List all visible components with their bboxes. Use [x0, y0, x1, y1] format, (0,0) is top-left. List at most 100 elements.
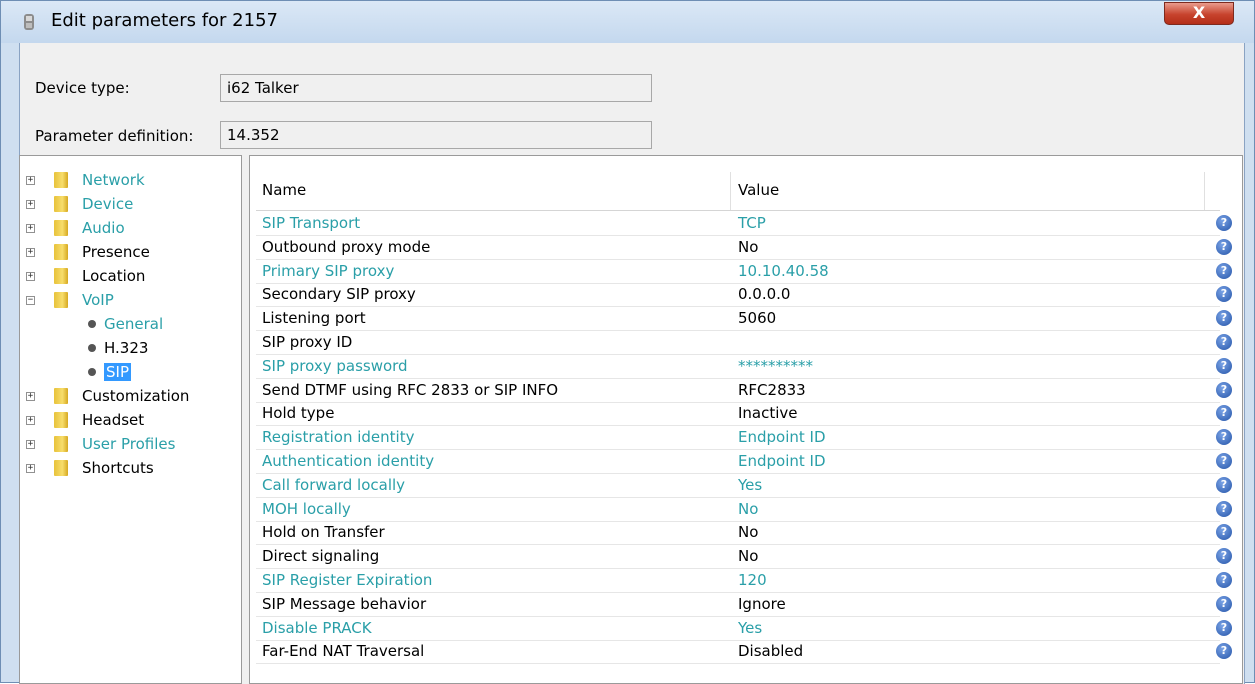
parameter-name: Call forward locally [262, 475, 406, 494]
column-divider[interactable] [1204, 172, 1205, 210]
parameter-value[interactable]: Ignore [738, 595, 786, 613]
table-row[interactable]: Send DTMF using RFC 2833 or SIP INFO RFC2… [256, 379, 1232, 403]
parameter-name: Primary SIP proxy [262, 261, 395, 280]
parameter-value[interactable]: No [738, 500, 758, 518]
tree-item-general[interactable]: General [20, 313, 240, 335]
table-row[interactable]: Authentication identity Endpoint ID? [256, 450, 1232, 474]
expand-icon[interactable]: + [26, 464, 35, 473]
folder-icon [54, 268, 68, 284]
question-icon[interactable]: ? [1216, 643, 1232, 660]
question-icon[interactable]: ? [1216, 500, 1232, 517]
parameter-name: Disable PRACK [262, 618, 372, 637]
tree-item-audio[interactable]: + Audio [20, 217, 240, 239]
table-row[interactable]: Outbound proxy mode No? [256, 236, 1232, 260]
parameter-value[interactable]: Yes [738, 476, 762, 494]
question-icon[interactable]: ? [1216, 286, 1232, 303]
parameter-value[interactable]: RFC2833 [738, 381, 806, 399]
parameter-value[interactable]: No [738, 547, 758, 565]
tree-item-headset[interactable]: + Headset [20, 409, 240, 431]
parameter-definition-label: Parameter definition: [35, 127, 194, 145]
parameter-value[interactable]: No [738, 238, 758, 256]
table-row[interactable]: Primary SIP proxy 10.10.40.58? [256, 260, 1232, 284]
expand-icon[interactable]: + [26, 176, 35, 185]
table-row[interactable]: Disable PRACK Yes? [256, 617, 1232, 641]
question-icon[interactable]: ? [1216, 310, 1232, 327]
parameter-value[interactable]: 5060 [738, 309, 776, 327]
table-row[interactable]: Far-End NAT Traversal Disabled? [256, 640, 1232, 665]
table-row[interactable]: Registration identity Endpoint ID? [256, 426, 1232, 451]
table-row[interactable]: SIP proxy password **********? [256, 355, 1232, 379]
parameter-value[interactable]: Inactive [738, 404, 798, 422]
tree-item-network[interactable]: + Network [20, 169, 240, 191]
question-icon[interactable]: ? [1216, 215, 1232, 231]
close-button[interactable]: X [1164, 2, 1234, 25]
table-row[interactable]: SIP Register Expiration 120? [256, 569, 1232, 593]
table-row[interactable]: Call forward locally Yes? [256, 474, 1232, 498]
bullet-icon [88, 368, 96, 376]
table-row[interactable]: SIP Transport TCP? [256, 212, 1232, 236]
tree-item-location[interactable]: + Location [20, 265, 240, 287]
expand-icon[interactable]: + [26, 200, 35, 209]
parameter-value[interactable]: Disabled [738, 642, 803, 660]
category-tree[interactable]: + Network + Device + Audio + Presence + Location −… [19, 155, 242, 684]
parameter-value[interactable]: Endpoint ID [738, 452, 826, 470]
question-icon[interactable]: ? [1216, 381, 1232, 398]
parameter-value[interactable]: Yes [738, 619, 762, 637]
question-icon[interactable]: ? [1216, 619, 1232, 636]
bullet-icon [88, 344, 96, 352]
tree-item-voip[interactable]: − VoIP [20, 289, 240, 311]
parameter-value[interactable]: No [738, 523, 758, 541]
question-icon[interactable]: ? [1216, 334, 1232, 350]
parameter-value[interactable]: 0.0.0.0 [738, 285, 790, 303]
title-bar[interactable]: Edit parameters for 2157 X [1, 1, 1254, 43]
parameter-value[interactable]: Endpoint ID [738, 428, 826, 446]
expand-icon[interactable]: + [26, 224, 35, 233]
tree-item-label: SIP [104, 363, 131, 381]
question-icon[interactable]: ? [1216, 238, 1232, 255]
table-row[interactable]: SIP Message behavior Ignore? [256, 593, 1232, 617]
table-row[interactable]: Direct signaling No? [256, 545, 1232, 570]
tree-item-sip[interactable]: SIP [20, 361, 240, 383]
tree-item-user-profiles[interactable]: + User Profiles [20, 433, 240, 455]
edit-parameters-window: Edit parameters for 2157 X Device type: … [0, 0, 1255, 684]
expand-icon[interactable]: + [26, 248, 35, 257]
parameter-name: Listening port [262, 309, 366, 328]
collapse-icon[interactable]: − [26, 296, 35, 305]
column-header-name[interactable]: Name [262, 181, 306, 199]
question-icon[interactable]: ? [1216, 476, 1232, 493]
tree-item-h-323[interactable]: H.323 [20, 337, 240, 359]
folder-icon [54, 292, 68, 308]
question-icon[interactable]: ? [1216, 548, 1232, 565]
question-icon[interactable]: ? [1216, 429, 1232, 446]
folder-icon [54, 196, 68, 212]
expand-icon[interactable]: + [26, 272, 35, 281]
parameter-value[interactable]: 120 [738, 571, 767, 589]
table-row[interactable]: SIP proxy ID? [256, 331, 1232, 355]
table-row[interactable]: Hold on Transfer No? [256, 521, 1232, 546]
tree-item-customization[interactable]: + Customization [20, 385, 240, 407]
tree-item-shortcuts[interactable]: + Shortcuts [20, 457, 240, 479]
table-row[interactable]: MOH locally No? [256, 498, 1232, 522]
question-icon[interactable]: ? [1216, 357, 1232, 374]
expand-icon[interactable]: + [26, 416, 35, 425]
question-icon[interactable]: ? [1216, 453, 1232, 469]
parameter-table: Name Value SIP Transport TCP? Outbound pro… [249, 155, 1243, 684]
question-icon[interactable]: ? [1216, 595, 1232, 612]
question-icon[interactable]: ? [1216, 572, 1232, 588]
table-row[interactable]: Hold type Inactive? [256, 402, 1232, 427]
question-icon[interactable]: ? [1216, 262, 1232, 279]
table-row[interactable]: Secondary SIP proxy 0.0.0.0? [256, 283, 1232, 308]
column-header-value[interactable]: Value [738, 181, 779, 199]
expand-icon[interactable]: + [26, 440, 35, 449]
question-icon[interactable]: ? [1216, 405, 1232, 422]
device-type-label: Device type: [35, 79, 130, 97]
tree-item-device[interactable]: + Device [20, 193, 240, 215]
parameter-value[interactable]: ********** [738, 357, 813, 375]
expand-icon[interactable]: + [26, 392, 35, 401]
parameter-value[interactable]: TCP [738, 214, 766, 232]
tree-item-presence[interactable]: + Presence [20, 241, 240, 263]
question-icon[interactable]: ? [1216, 524, 1232, 541]
table-row[interactable]: Listening port 5060? [256, 307, 1232, 332]
column-divider[interactable] [730, 172, 731, 210]
parameter-value[interactable]: 10.10.40.58 [738, 262, 829, 280]
